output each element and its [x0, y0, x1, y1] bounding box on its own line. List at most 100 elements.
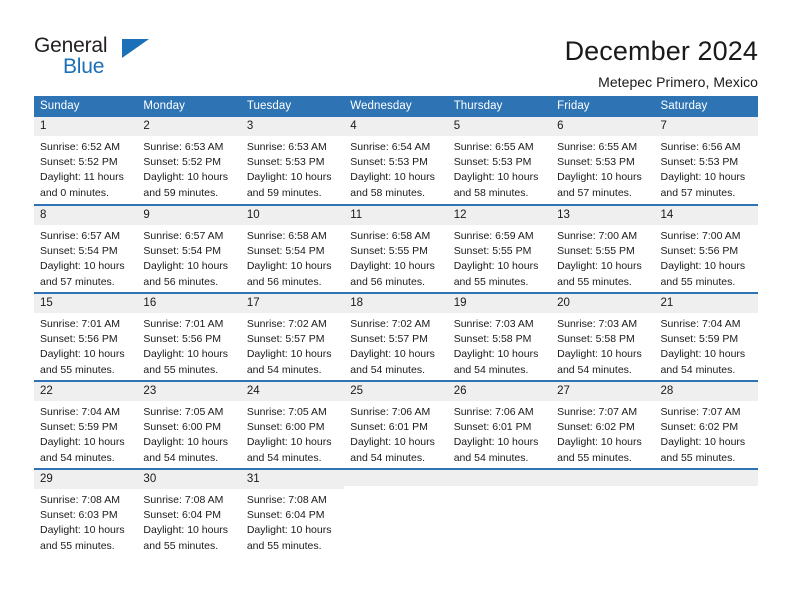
sunrise-text: Sunrise: 7:00 AM	[557, 230, 638, 243]
sunset-text: Sunset: 5:53 PM	[350, 156, 428, 169]
day-number: 24	[240, 382, 345, 402]
day-number: 25	[344, 382, 448, 402]
calendar-day-cell[interactable]: 21 Sunrise: 7:04 AM Sunset: 5:59 PM Dayligh…	[654, 292, 758, 381]
daylight-text: Daylight: 10 hours and 54 minutes.	[350, 436, 435, 464]
sunrise-text: Sunrise: 6:58 AM	[246, 230, 327, 243]
calendar-day-cell[interactable]: 6 Sunrise: 6:55 AM Sunset: 5:53 PM Daylight…	[551, 117, 655, 205]
calendar-day-cell[interactable]: 2 Sunrise: 6:53 AM Sunset: 5:52 PM Daylight…	[137, 117, 241, 205]
day-sun-info: Sunrise: 7:08 AM Sunset: 6:04 PM Daylight:…	[137, 489, 240, 553]
day-number: 15	[34, 294, 138, 314]
calendar-day-cell[interactable]: 30 Sunrise: 7:08 AM Sunset: 6:04 PM Dayligh…	[137, 468, 241, 557]
calendar-day-cell[interactable]: 8 Sunrise: 6:57 AM Sunset: 5:54 PM Daylight…	[34, 204, 138, 293]
sunrise-text: Sunrise: 7:05 AM	[246, 406, 327, 419]
daylight-text: Daylight: 10 hours and 56 minutes.	[350, 260, 435, 288]
calendar-day-cell[interactable]: 4 Sunrise: 6:54 AM Sunset: 5:53 PM Daylight…	[344, 117, 448, 205]
sunset-text: Sunset: 6:00 PM	[246, 421, 325, 434]
calendar-day-cell[interactable]: 13 Sunrise: 7:00 AM Sunset: 5:55 PM Dayligh…	[551, 204, 655, 293]
calendar-day-cell[interactable]: 1 Sunrise: 6:52 AM Sunset: 5:52 PM Daylight…	[34, 117, 138, 205]
brand-logo[interactable]: General Blue	[34, 34, 154, 86]
day-number: 4	[344, 117, 448, 137]
sunrise-text: Sunrise: 7:06 AM	[350, 406, 431, 419]
day-number: 11	[344, 206, 448, 226]
day-sun-info: Sunrise: 7:04 AM Sunset: 5:59 PM Daylight:…	[655, 313, 758, 377]
weekday-header-wednesday: Wednesday	[344, 96, 448, 117]
day-sun-info: Sunrise: 7:05 AM Sunset: 6:00 PM Daylight:…	[137, 401, 240, 465]
day-sun-info: Sunrise: 7:03 AM Sunset: 5:58 PM Daylight:…	[551, 313, 654, 377]
calendar-header-row: Sunday Monday Tuesday Wednesday Thursday…	[34, 96, 758, 117]
sunrise-text: Sunrise: 6:58 AM	[350, 230, 431, 243]
daylight-text: Daylight: 10 hours and 59 minutes.	[143, 171, 229, 199]
calendar-day-cell[interactable]: 18 Sunrise: 7:02 AM Sunset: 5:57 PM Dayligh…	[344, 292, 448, 381]
day-number: 8	[34, 206, 138, 226]
sunset-text: Sunset: 5:58 PM	[453, 333, 532, 346]
day-number: 22	[34, 382, 138, 402]
calendar-day-cell[interactable]: 31 Sunrise: 7:08 AM Sunset: 6:04 PM Dayligh…	[240, 468, 345, 557]
calendar-day-cell[interactable]: 5 Sunrise: 6:55 AM Sunset: 5:53 PM Daylight…	[447, 117, 552, 205]
sunset-text: Sunset: 5:54 PM	[246, 245, 325, 258]
calendar-day-cell[interactable]: 9 Sunrise: 6:57 AM Sunset: 5:54 PM Daylight…	[137, 204, 241, 293]
sunset-text: Sunset: 5:55 PM	[557, 245, 635, 258]
day-number: 18	[344, 294, 448, 314]
day-sun-info: Sunrise: 6:52 AM Sunset: 5:52 PM Daylight:…	[34, 136, 137, 200]
day-sun-info: Sunrise: 6:55 AM Sunset: 5:53 PM Daylight:…	[551, 136, 654, 200]
calendar-day-cell[interactable]: 11 Sunrise: 6:58 AM Sunset: 5:55 PM Dayligh…	[344, 204, 448, 293]
weekday-header-tuesday: Tuesday	[240, 96, 345, 117]
day-number: 29	[34, 470, 138, 490]
calendar-day-cell[interactable]: 28 Sunrise: 7:07 AM Sunset: 6:02 PM Dayligh…	[654, 380, 758, 469]
day-number: 10	[240, 206, 345, 226]
calendar-day-cell[interactable]: 16 Sunrise: 7:01 AM Sunset: 5:56 PM Dayligh…	[137, 292, 241, 381]
daylight-text: Daylight: 10 hours and 54 minutes.	[143, 436, 229, 464]
daylight-text: Daylight: 10 hours and 54 minutes.	[246, 348, 332, 376]
sunrise-text: Sunrise: 6:55 AM	[453, 141, 534, 154]
calendar-day-cell[interactable]: 27 Sunrise: 7:07 AM Sunset: 6:02 PM Dayligh…	[551, 380, 655, 469]
sunrise-text: Sunrise: 7:01 AM	[143, 318, 224, 331]
sunrise-text: Sunrise: 6:57 AM	[143, 230, 224, 243]
calendar-day-cell[interactable]: 22 Sunrise: 7:04 AM Sunset: 5:59 PM Dayligh…	[34, 380, 138, 469]
sunrise-text: Sunrise: 7:06 AM	[453, 406, 534, 419]
sunrise-text: Sunrise: 6:53 AM	[143, 141, 224, 154]
day-sun-info: Sunrise: 7:08 AM Sunset: 6:04 PM Daylight:…	[241, 489, 344, 553]
page-title: December 2024	[564, 36, 758, 66]
calendar-day-cell[interactable]: 23 Sunrise: 7:05 AM Sunset: 6:00 PM Dayligh…	[137, 380, 241, 469]
calendar-page: General Blue December 2024 Metepec Prime…	[0, 0, 792, 612]
daylight-text: Daylight: 10 hours and 58 minutes.	[350, 171, 435, 199]
sunset-text: Sunset: 5:56 PM	[660, 245, 739, 258]
calendar-day-cell[interactable]: 19 Sunrise: 7:03 AM Sunset: 5:58 PM Dayligh…	[447, 292, 552, 381]
sunrise-text: Sunrise: 7:03 AM	[557, 318, 638, 331]
sunrise-text: Sunrise: 7:08 AM	[40, 494, 120, 507]
page-header: General Blue December 2024 Metepec Prime…	[0, 0, 792, 96]
calendar-day-cell[interactable]: 26 Sunrise: 7:06 AM Sunset: 6:01 PM Dayligh…	[447, 380, 552, 469]
day-number	[551, 470, 655, 486]
calendar-day-cell[interactable]: 7 Sunrise: 6:56 AM Sunset: 5:53 PM Daylight…	[654, 117, 758, 205]
calendar-table: Sunday Monday Tuesday Wednesday Thursday…	[34, 96, 758, 557]
sunrise-text: Sunrise: 7:01 AM	[40, 318, 120, 331]
calendar-day-cell[interactable]: 14 Sunrise: 7:00 AM Sunset: 5:56 PM Dayligh…	[654, 204, 758, 293]
day-number: 14	[654, 206, 758, 226]
day-number: 19	[447, 294, 552, 314]
calendar-day-cell[interactable]: 12 Sunrise: 6:59 AM Sunset: 5:55 PM Dayligh…	[447, 204, 552, 293]
calendar-day-cell[interactable]: 24 Sunrise: 7:05 AM Sunset: 6:00 PM Dayligh…	[240, 380, 345, 469]
day-sun-info: Sunrise: 6:55 AM Sunset: 5:53 PM Daylight:…	[448, 136, 551, 200]
sunrise-text: Sunrise: 7:07 AM	[557, 406, 638, 419]
daylight-text: Daylight: 10 hours and 55 minutes.	[660, 260, 746, 288]
calendar-day-cell[interactable]: 15 Sunrise: 7:01 AM Sunset: 5:56 PM Dayligh…	[34, 292, 138, 381]
calendar-day-cell[interactable]: 20 Sunrise: 7:03 AM Sunset: 5:58 PM Dayligh…	[551, 292, 655, 381]
day-number: 16	[137, 294, 241, 314]
day-sun-info: Sunrise: 7:01 AM Sunset: 5:56 PM Daylight:…	[34, 313, 137, 377]
calendar-day-cell[interactable]: 25 Sunrise: 7:06 AM Sunset: 6:01 PM Dayligh…	[344, 380, 448, 469]
sunset-text: Sunset: 5:53 PM	[660, 156, 739, 169]
sunset-text: Sunset: 6:04 PM	[143, 509, 222, 522]
calendar-day-cell[interactable]: 17 Sunrise: 7:02 AM Sunset: 5:57 PM Dayligh…	[240, 292, 345, 381]
sunset-text: Sunset: 5:57 PM	[350, 333, 428, 346]
sunset-text: Sunset: 5:57 PM	[246, 333, 325, 346]
day-sun-info: Sunrise: 7:03 AM Sunset: 5:58 PM Daylight:…	[448, 313, 551, 377]
day-sun-info: Sunrise: 6:59 AM Sunset: 5:55 PM Daylight:…	[448, 225, 551, 289]
sunrise-text: Sunrise: 6:52 AM	[40, 141, 120, 154]
calendar-day-cell[interactable]: 29 Sunrise: 7:08 AM Sunset: 6:03 PM Dayligh…	[34, 468, 138, 557]
sunset-text: Sunset: 5:54 PM	[143, 245, 222, 258]
daylight-text: Daylight: 10 hours and 57 minutes.	[40, 260, 125, 288]
calendar-day-cell[interactable]: 10 Sunrise: 6:58 AM Sunset: 5:54 PM Dayligh…	[240, 204, 345, 293]
sunrise-text: Sunrise: 6:56 AM	[660, 141, 741, 154]
calendar-day-cell[interactable]: 3 Sunrise: 6:53 AM Sunset: 5:53 PM Daylight…	[240, 117, 345, 205]
calendar-day-cell-empty	[654, 468, 758, 557]
